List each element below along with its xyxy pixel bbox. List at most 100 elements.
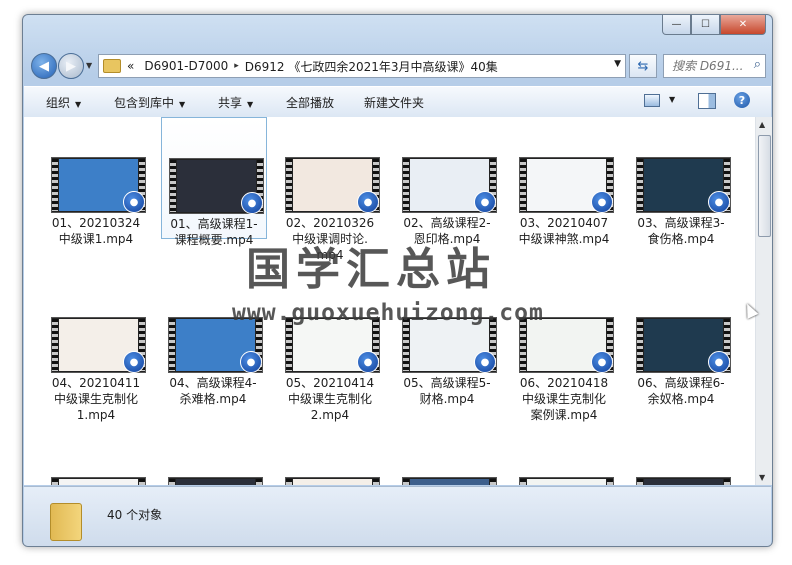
item-count: 40 个对象 (107, 508, 163, 522)
media-player-icon: ● (474, 191, 496, 213)
caption-buttons: — ☐ ✕ (662, 15, 766, 35)
film-strip (520, 159, 526, 211)
file-name-line: 04、高级课程4- (169, 376, 257, 390)
forward-button[interactable]: ▶ (58, 53, 84, 79)
file-item[interactable]: ● 06、20210418 中级课生克制化 案例课.mp4 (512, 277, 616, 422)
file-name-line: 中级课1.mp4 (58, 232, 134, 246)
close-button[interactable]: ✕ (720, 15, 766, 35)
file-item[interactable]: ● 02、20210326 中级课调时论. mp4 (278, 117, 382, 262)
arrow-right-icon: ▶ (66, 58, 76, 74)
file-item[interactable]: ● (161, 437, 265, 485)
file-item[interactable]: ● (395, 437, 499, 485)
share-menu[interactable]: 共享 ▼ (218, 94, 253, 111)
file-name: 06、20210418 中级课生克制化 案例课.mp4 (512, 375, 616, 423)
file-item[interactable]: ● 03、高级课程3- 食伤格.mp4 (629, 117, 733, 246)
file-item[interactable]: ● (512, 437, 616, 485)
file-item[interactable]: ● 01、高级课程1- 课程概要.mp4 (161, 117, 267, 247)
view-dropdown-icon[interactable]: ▼ (669, 95, 675, 104)
breadcrumb-current[interactable]: D6912 《七政四余2021年3月中高级课》40集 (245, 58, 498, 75)
video-thumbnail (168, 477, 263, 485)
chevron-down-icon: ▼ (179, 100, 186, 109)
film-strip (286, 479, 292, 485)
file-name-line: 06、高级课程6- (637, 376, 725, 390)
file-name-line: 03、高级课程3- (637, 216, 725, 230)
file-name-line: 杀难格.mp4 (179, 392, 247, 406)
video-frame (644, 479, 723, 485)
include-in-library-menu[interactable]: 包含到库中 ▼ (114, 94, 185, 111)
film-strip (52, 479, 58, 485)
file-name-line: 02、20210326 (285, 216, 375, 230)
file-name-line: 04、20210411 (51, 376, 141, 390)
command-bar: 组织 ▼ 包含到库中 ▼ 共享 ▼ 全部播放 新建文件夹 ▼ ? (24, 86, 771, 118)
breadcrumb-separator-icon[interactable]: ▸ (234, 61, 239, 71)
file-item[interactable]: ● 03、20210407 中级课神煞.mp4 (512, 117, 616, 246)
video-thumbnail (519, 477, 614, 485)
media-player-icon: ● (708, 191, 730, 213)
file-item[interactable]: ● (278, 437, 382, 485)
watermark-text: 国学汇总站 (246, 244, 496, 295)
file-name-line: 案例课.mp4 (530, 408, 598, 422)
play-all-button[interactable]: 全部播放 (286, 94, 334, 111)
file-name-line: 1.mp4 (76, 408, 116, 422)
vertical-scrollbar[interactable]: ▲ ▼ (755, 117, 772, 485)
file-item[interactable]: ● 06、高级课程6- 余奴格.mp4 (629, 277, 733, 406)
video-thumbnail (285, 477, 380, 485)
file-name-line: 05、高级课程5- (403, 376, 491, 390)
file-name-line: 03、20210407 (519, 216, 609, 230)
film-strip (170, 160, 176, 212)
watermark-url: www.guoxuehuizong.com (232, 300, 544, 326)
file-name: 05、20210414 中级课生克制化 2.mp4 (278, 375, 382, 423)
new-folder-button[interactable]: 新建文件夹 (364, 94, 424, 111)
film-strip (490, 479, 496, 485)
media-player-icon: ● (357, 191, 379, 213)
scrollbar-thumb[interactable] (758, 135, 771, 237)
chevron-down-icon: ▼ (75, 100, 82, 109)
help-icon[interactable]: ? (734, 92, 750, 108)
file-name: 05、高级课程5- 财格.mp4 (395, 375, 499, 407)
scroll-up-icon[interactable]: ▲ (759, 120, 765, 129)
file-item[interactable]: ● 04、20210411 中级课生克制化 1.mp4 (44, 277, 148, 422)
file-item[interactable]: ● 01、20210324 中级课1.mp4 (44, 117, 148, 246)
file-name: 04、高级课程4- 杀难格.mp4 (161, 375, 265, 407)
media-player-icon: ● (708, 351, 730, 373)
media-player-icon: ● (591, 191, 613, 213)
address-dropdown-icon[interactable]: ▼ (614, 59, 621, 69)
file-name: 01、20210324 中级课1.mp4 (44, 215, 148, 247)
preview-pane-icon[interactable] (698, 93, 716, 109)
film-strip (286, 159, 292, 211)
address-overflow[interactable]: « (127, 59, 134, 73)
include-label: 包含到库中 (114, 96, 175, 110)
search-icon[interactable]: ⌕ (754, 57, 761, 72)
recent-pages-dropdown[interactable]: ▼ (86, 61, 92, 70)
file-item[interactable]: ● (44, 437, 148, 485)
film-strip (637, 319, 643, 371)
arrow-left-icon: ◀ (39, 58, 49, 74)
file-name-line: 06、20210418 (519, 376, 609, 390)
maximize-button[interactable]: ☐ (691, 15, 720, 35)
search-box[interactable]: ⌕ (663, 54, 766, 78)
minimize-button[interactable]: — (662, 15, 691, 35)
file-name: 06、高级课程6- 余奴格.mp4 (629, 375, 733, 407)
film-strip (403, 159, 409, 211)
film-strip (520, 319, 526, 371)
file-name-line: 02、高级课程2- (403, 216, 491, 230)
file-name: 04、20210411 中级课生克制化 1.mp4 (44, 375, 148, 423)
film-strip (607, 479, 613, 485)
file-name-line: 2.mp4 (310, 408, 350, 422)
address-bar[interactable]: « D6901-D7000 ▸ D6912 《七政四余2021年3月中高级课》4… (98, 54, 626, 78)
back-button[interactable]: ◀ (31, 53, 57, 79)
video-thumbnail (636, 477, 731, 485)
file-name: 03、20210407 中级课神煞.mp4 (512, 215, 616, 247)
organize-menu[interactable]: 组织 ▼ (46, 94, 81, 111)
search-input[interactable] (670, 58, 750, 74)
file-item[interactable]: ● (629, 437, 733, 485)
film-strip (256, 479, 262, 485)
scroll-down-icon[interactable]: ▼ (759, 473, 765, 482)
breadcrumb-parent[interactable]: D6901-D7000 (144, 59, 228, 73)
refresh-button[interactable]: ⇆ (629, 54, 657, 78)
file-name-line: 05、20210414 (285, 376, 375, 390)
change-view-icon[interactable] (644, 94, 660, 107)
file-item[interactable]: ● 02、高级课程2- 恩印格.mp4 (395, 117, 499, 246)
file-name-line: 01、20210324 (51, 216, 141, 230)
film-strip (52, 159, 58, 211)
